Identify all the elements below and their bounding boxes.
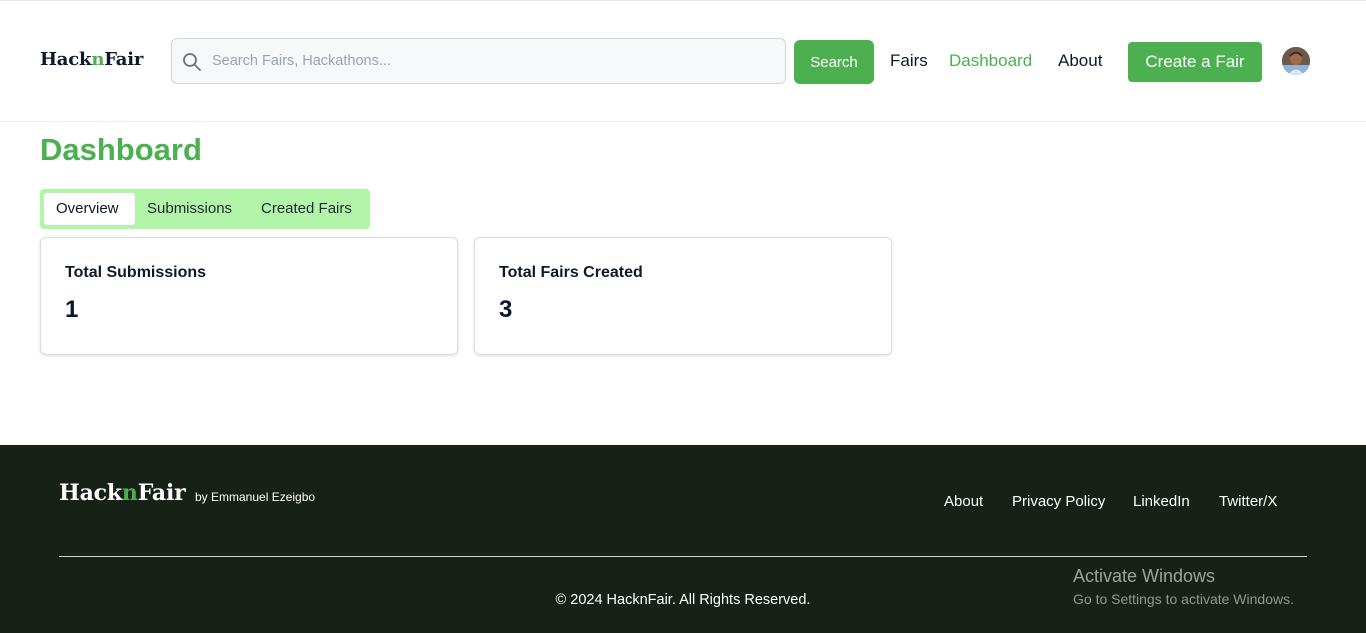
tab-created-fairs[interactable]: Created Fairs — [249, 193, 364, 225]
logo-text-part3: Fair — [104, 49, 144, 70]
footer-logo-part3: Fair — [137, 480, 186, 506]
search-icon — [183, 53, 201, 71]
footer-divider — [59, 556, 1307, 557]
nav-link-about[interactable]: About — [1058, 51, 1102, 71]
dashboard-tabs: Overview Submissions Created Fairs — [40, 189, 370, 229]
footer-logo[interactable]: HacknFair — [59, 480, 186, 506]
logo-text-accent: n — [91, 49, 105, 70]
footer-byline: by Emmanuel Ezeigbo — [195, 490, 316, 504]
user-avatar[interactable] — [1282, 47, 1310, 75]
card-label: Total Fairs Created — [499, 264, 643, 281]
activate-windows-subtitle: Go to Settings to activate Windows. — [1073, 591, 1294, 607]
card-value: 3 — [499, 296, 513, 323]
site-logo[interactable]: HacknFair — [40, 49, 143, 70]
site-header: HacknFair Search Fairs Dashboard About C… — [0, 1, 1366, 122]
footer-logo-part1: Hack — [59, 480, 122, 506]
search-button[interactable]: Search — [794, 40, 874, 84]
tab-overview[interactable]: Overview — [44, 193, 135, 225]
card-value: 1 — [65, 296, 79, 323]
avatar-picture — [1282, 47, 1310, 75]
search-box — [171, 38, 786, 84]
total-fairs-created-card: Total Fairs Created 3 — [474, 237, 892, 355]
tab-submissions[interactable]: Submissions — [135, 193, 244, 225]
footer-link-linkedin[interactable]: LinkedIn — [1133, 493, 1190, 510]
footer-link-twitter[interactable]: Twitter/X — [1219, 493, 1277, 510]
activate-windows-title: Activate Windows — [1073, 566, 1216, 586]
logo-text-part1: Hack — [40, 49, 92, 70]
footer-logo-accent: n — [121, 480, 138, 506]
create-fair-button[interactable]: Create a Fair — [1128, 42, 1262, 82]
nav-link-fairs[interactable]: Fairs — [890, 51, 928, 71]
total-submissions-card: Total Submissions 1 — [40, 237, 458, 355]
nav-link-dashboard[interactable]: Dashboard — [949, 51, 1032, 71]
site-footer: HacknFair by Emmanuel Ezeigbo About Priv… — [0, 445, 1366, 633]
card-label: Total Submissions — [65, 264, 207, 281]
footer-link-about[interactable]: About — [944, 493, 983, 510]
search-input[interactable] — [212, 39, 772, 83]
footer-link-privacy-policy[interactable]: Privacy Policy — [1012, 493, 1105, 510]
page-title: Dashboard — [40, 132, 202, 167]
